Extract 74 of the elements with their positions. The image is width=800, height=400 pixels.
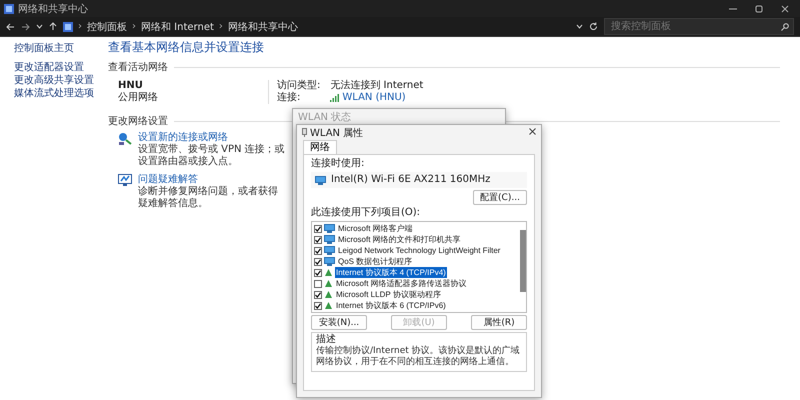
forward-arrow-icon[interactable] xyxy=(21,22,30,30)
task-description: 诊断并修复网络问题，或者获得疑难解答信息。 xyxy=(138,186,279,210)
wifi-adapter-icon xyxy=(302,128,307,137)
list-item[interactable]: Microsoft 网络的文件和打印机共享 xyxy=(337,234,462,245)
network-client-icon xyxy=(324,224,335,233)
dialog-button[interactable]: 属性(R) xyxy=(471,315,527,330)
list-item[interactable]: QoS 数据包计划程序 xyxy=(337,256,414,267)
checkbox[interactable] xyxy=(314,268,322,276)
network-setup-icon xyxy=(118,132,132,146)
checkbox[interactable] xyxy=(314,258,322,266)
sidebar-link[interactable]: 更改适配器设置 xyxy=(14,62,108,74)
dialog-title: WLAN 属性 xyxy=(310,126,364,140)
dialog-title: WLAN 状态 xyxy=(298,110,352,124)
network-adapter-icon xyxy=(315,176,326,184)
connection-label: 连接: xyxy=(277,92,302,104)
window-title: 网络和共享中心 xyxy=(18,2,89,16)
control-panel-icon xyxy=(4,4,14,14)
restore-icon[interactable] xyxy=(755,4,763,12)
checkbox[interactable] xyxy=(314,224,322,232)
chevron-down-icon[interactable] xyxy=(576,24,583,29)
description-text: 传输控制协议/Internet 协议。该协议是默认的广域网络协议，用于在不同的相互连接的网络上通信。 xyxy=(316,346,521,368)
breadcrumb-link[interactable]: 网络和共享中心 xyxy=(228,20,298,34)
back-arrow-icon[interactable] xyxy=(6,22,15,30)
checkbox[interactable] xyxy=(314,280,322,288)
network-client-icon xyxy=(324,246,335,255)
access-type-label: 访问类型: xyxy=(277,80,320,92)
breadcrumb-separator: › xyxy=(218,21,223,32)
troubleshoot-icon xyxy=(118,174,132,186)
search-icon xyxy=(781,22,789,30)
checkbox[interactable] xyxy=(314,290,322,298)
sidebar-link[interactable]: 控制面板主页 xyxy=(14,43,108,55)
connection-link[interactable]: WLAN (HNU) xyxy=(330,92,424,104)
list-item[interactable]: Leigod Network Technology LightWeight Filter xyxy=(337,245,502,256)
search-field[interactable]: 搜索控制面板 xyxy=(609,20,781,33)
dialog-button[interactable]: 安装(N)... xyxy=(311,315,367,330)
task-link[interactable]: 问题疑难解答 xyxy=(138,174,286,186)
sidebar-link[interactable]: 媒体流式处理选项 xyxy=(14,88,108,100)
network-type: 公用网络 xyxy=(118,92,159,104)
checkbox[interactable] xyxy=(314,302,322,310)
breadcrumb-separator: › xyxy=(78,21,82,32)
task-link[interactable]: 设置新的连接或网络 xyxy=(138,132,286,144)
section-title: 更改网络设置 xyxy=(108,114,168,128)
search-box[interactable]: 搜索控制面板 xyxy=(604,18,794,35)
checkbox[interactable] xyxy=(314,246,322,254)
network-client-icon xyxy=(324,257,335,266)
list-item[interactable]: Internet 协议版本 6 (TCP/IPv6) xyxy=(335,300,447,311)
control-panel-icon xyxy=(63,22,73,32)
breadcrumb-separator: › xyxy=(132,21,136,32)
checkbox[interactable] xyxy=(314,236,322,244)
field-label: 此连接使用下列项目(O): xyxy=(311,207,422,219)
list-item[interactable]: Microsoft LLDP 协议驱动程序 xyxy=(335,289,442,300)
scrollbar-thumb[interactable] xyxy=(520,230,526,292)
signal-icon xyxy=(330,94,340,102)
tab[interactable]: 网络 xyxy=(303,140,337,154)
adapter-field: Intel(R) Wi-Fi 6E AX211 160MHz xyxy=(311,172,527,188)
list-item[interactable]: Microsoft 网络客户端 xyxy=(337,223,414,234)
list-item[interactable]: Microsoft 网络适配器多路传送器协议 xyxy=(335,278,468,289)
breadcrumb-link[interactable]: 网络和 Internet xyxy=(141,20,214,34)
refresh-icon[interactable] xyxy=(589,22,598,31)
field-label: 连接时使用: xyxy=(311,158,366,170)
up-arrow-icon[interactable] xyxy=(49,22,57,31)
access-type-value: 无法连接到 Internet xyxy=(330,80,424,92)
breadcrumb-link[interactable]: 控制面板 xyxy=(87,20,127,34)
network-client-icon xyxy=(324,235,335,244)
network-name: HNU xyxy=(118,80,144,92)
page-heading: 查看基本网络信息并设置连接 xyxy=(108,39,265,56)
list-item[interactable]: Internet 协议版本 4 (TCP/IPv4) xyxy=(335,267,447,278)
task-description: 设置宽带、拨号或 VPN 连接；或设置路由器或接入点。 xyxy=(138,144,286,168)
chevron-down-icon[interactable] xyxy=(36,24,43,29)
sidebar-link[interactable]: 更改高级共享设置 xyxy=(14,75,108,87)
configure-button[interactable]: 配置(C)... xyxy=(473,190,527,205)
section-title: 查看活动网络 xyxy=(108,60,168,74)
close-icon[interactable] xyxy=(781,4,789,12)
group-title: 描述 xyxy=(316,334,337,346)
